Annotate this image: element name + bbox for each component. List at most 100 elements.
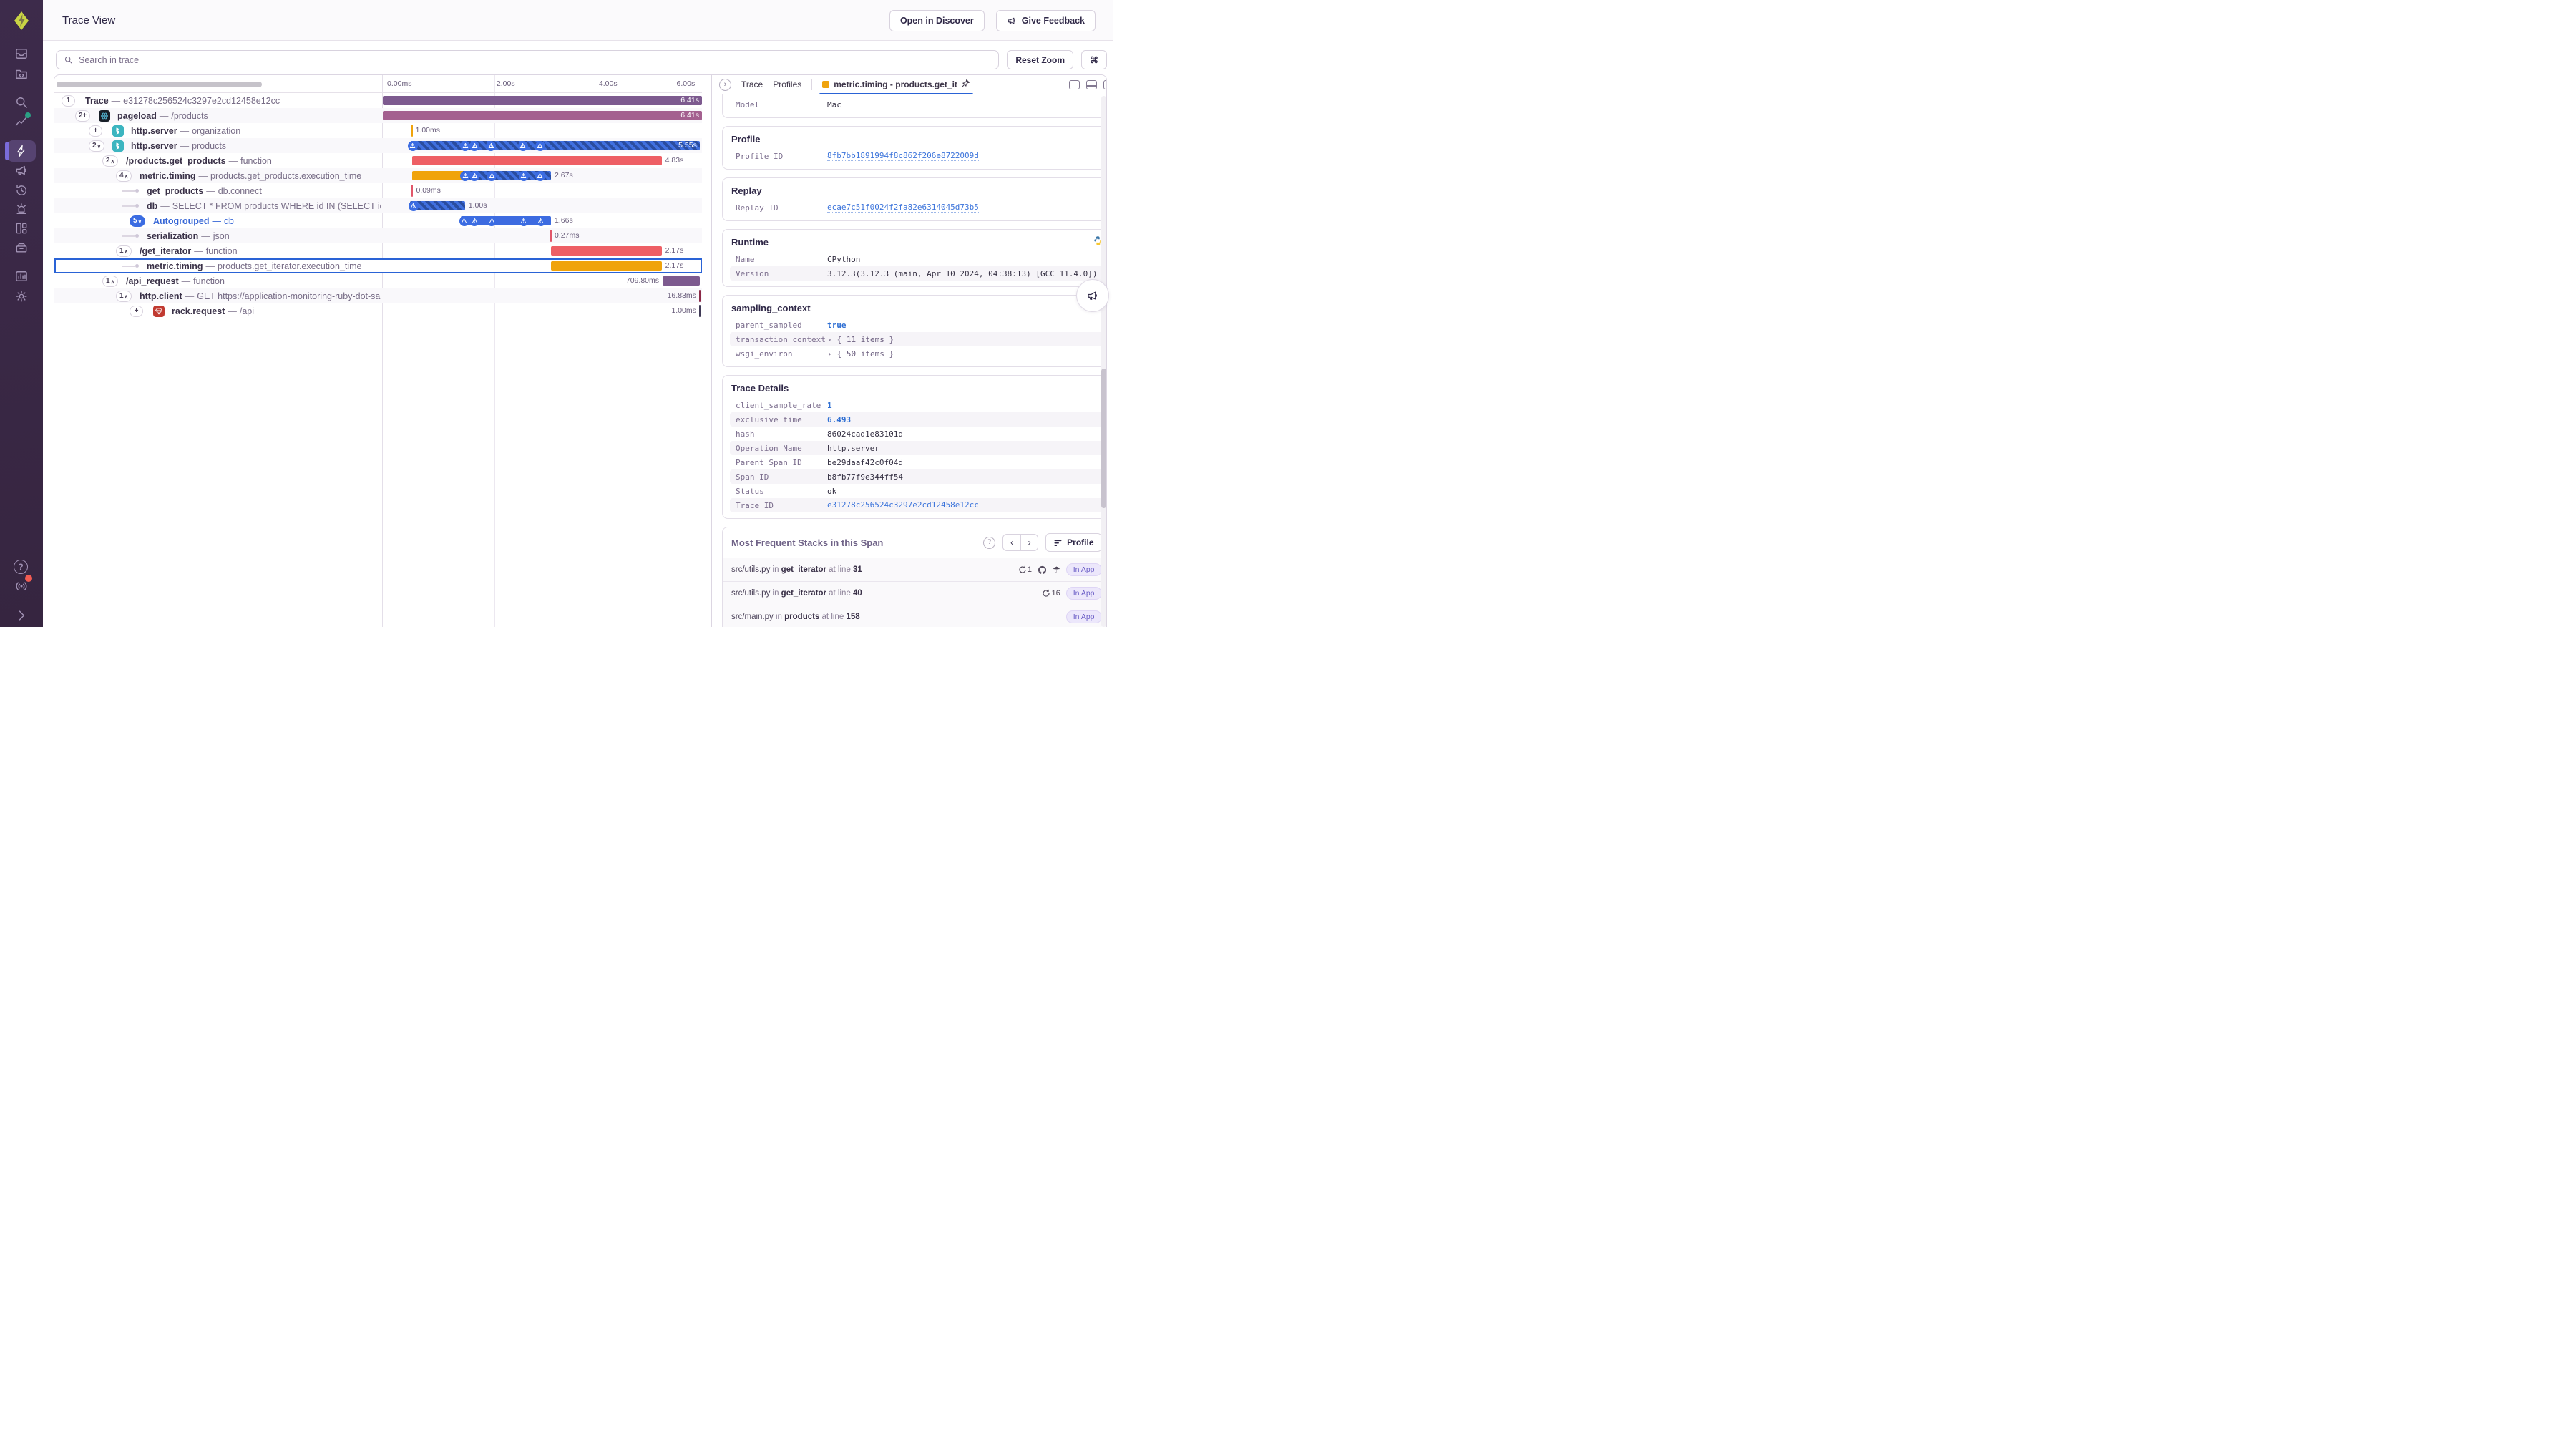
shortcut-cmd-button[interactable]: ⌘: [1081, 50, 1107, 69]
explore-icon[interactable]: [14, 94, 29, 110]
error-warning-icon[interactable]: [460, 170, 471, 181]
span-duration-tick[interactable]: [550, 230, 552, 242]
stack-frame-row[interactable]: src/main.py in products at line 158 In Ap…: [723, 605, 1106, 627]
error-warning-icon[interactable]: [469, 140, 480, 151]
tab-profiles[interactable]: Profiles: [773, 79, 801, 89]
replays-icon[interactable]: [14, 183, 29, 198]
span-row[interactable]: 4 ∧ metric.timing — products.get_products.ex…: [54, 168, 702, 183]
span-children-badge[interactable]: 2 ∨: [89, 140, 105, 152]
tab-trace[interactable]: Trace: [741, 79, 763, 89]
error-warning-icon[interactable]: [518, 170, 529, 181]
stack-frame-row[interactable]: src/utils.py in get_iterator at line 40 1…: [723, 581, 1106, 605]
span-row[interactable]: 1 Trace — e31278c256524c3297e2cd12458e12cc 6…: [54, 93, 702, 108]
error-warning-icon[interactable]: [518, 215, 529, 226]
span-bar[interactable]: 6.41s: [382, 111, 702, 120]
span-children-badge[interactable]: +: [130, 305, 143, 317]
detail-value[interactable]: ›{ 11 items }: [827, 335, 894, 344]
span-row[interactable]: 5 ∨ Autogrouped — db 1.66s: [54, 213, 702, 228]
layout-bottom-panel-icon[interactable]: [1085, 79, 1097, 89]
reset-zoom-button[interactable]: Reset Zoom: [1007, 50, 1073, 69]
sentry-logo-icon[interactable]: [11, 11, 31, 31]
layout-left-panel-icon[interactable]: [1068, 79, 1080, 89]
error-warning-icon[interactable]: [487, 170, 497, 181]
detail-value[interactable]: e31278c256524c3297e2cd12458e12cc: [827, 500, 979, 510]
span-children-badge[interactable]: 2 ∧: [102, 155, 119, 167]
releases-icon[interactable]: [14, 240, 29, 256]
span-row[interactable]: serialization — json 0.27ms: [54, 228, 702, 243]
span-row[interactable]: + rack.request —/api 1.00ms: [54, 303, 702, 318]
layout-right-panel-icon[interactable]: [1103, 79, 1106, 89]
stack-frame-row[interactable]: src/utils.py in get_iterator at line 31 1…: [723, 558, 1106, 581]
span-row[interactable]: db — SELECT * FROM products WHERE id IN (S…: [54, 198, 702, 213]
span-children-badge[interactable]: 5 ∨: [130, 215, 146, 227]
expand-icon[interactable]: [14, 608, 29, 623]
tab-span-details[interactable]: metric.timing - products.get_iterat…: [819, 75, 974, 95]
error-warning-icon[interactable]: [535, 215, 546, 226]
span-duration-tick[interactable]: [411, 125, 413, 137]
span-children-badge[interactable]: 1: [62, 94, 75, 107]
error-warning-icon[interactable]: [535, 140, 545, 151]
span-children-badge[interactable]: 2+: [75, 110, 91, 122]
metrics-icon[interactable]: [14, 112, 31, 130]
search-input[interactable]: [79, 54, 992, 65]
stats-icon[interactable]: [14, 268, 29, 284]
collapse-drawer-icon[interactable]: ›: [719, 78, 731, 91]
github-icon[interactable]: [1038, 565, 1047, 575]
span-bar[interactable]: 5.55s: [411, 141, 700, 150]
error-warning-icon[interactable]: [487, 215, 497, 226]
span-bar[interactable]: [551, 261, 662, 271]
help-icon[interactable]: ?: [14, 560, 28, 574]
span-row[interactable]: + http.server — organization 1.00ms: [54, 123, 702, 138]
span-bar[interactable]: [551, 246, 662, 256]
in-app-badge[interactable]: In App: [1065, 563, 1102, 576]
span-children-badge[interactable]: 1 ∧: [116, 290, 132, 302]
vertical-scrollbar-track[interactable]: [1101, 96, 1106, 627]
in-app-badge[interactable]: In App: [1065, 587, 1102, 600]
prev-stack-button[interactable]: ‹: [1002, 534, 1021, 551]
span-row[interactable]: 2 ∨ http.server — products 5.55s: [54, 138, 702, 153]
profile-button[interactable]: Profile: [1045, 533, 1102, 552]
span-bar[interactable]: [663, 276, 700, 286]
span-row[interactable]: 1 ∧ /get_iterator — function 2.17s: [54, 243, 702, 258]
help-icon[interactable]: ?: [983, 536, 996, 549]
detail-value[interactable]: ›{ 50 items }: [827, 349, 894, 359]
feedback-icon[interactable]: [14, 162, 29, 178]
span-children-badge[interactable]: 1 ∧: [116, 245, 132, 257]
span-bar-segment[interactable]: [412, 171, 464, 180]
projects-icon[interactable]: [14, 66, 29, 82]
error-warning-icon[interactable]: [469, 215, 480, 226]
vertical-scrollbar-thumb[interactable]: [1101, 369, 1106, 508]
error-warning-icon[interactable]: [535, 170, 545, 181]
pin-icon[interactable]: [961, 79, 970, 90]
detail-value[interactable]: ecae7c51f0024f2fa82e6314045d73b5: [827, 203, 979, 213]
dashboards-icon[interactable]: [14, 220, 29, 236]
error-warning-icon[interactable]: [517, 140, 528, 151]
span-duration-tick[interactable]: [698, 305, 701, 317]
error-warning-icon[interactable]: [486, 140, 497, 151]
error-warning-icon[interactable]: [469, 170, 480, 181]
span-bar[interactable]: 6.41s: [382, 96, 702, 105]
span-children-badge[interactable]: 4 ∧: [116, 170, 132, 182]
issues-icon[interactable]: [14, 46, 29, 62]
next-stack-button[interactable]: ›: [1020, 534, 1039, 551]
span-row[interactable]: get_products — db.connect 0.09ms: [54, 183, 702, 198]
error-warning-icon[interactable]: [407, 140, 418, 151]
span-row[interactable]: 2+ pageload —/products 6.41s: [54, 108, 702, 123]
span-row[interactable]: 2 ∧ /products.get_products — function 4.83s: [54, 153, 702, 168]
broadcast-icon[interactable]: [14, 575, 32, 594]
feedback-floating-button[interactable]: [1076, 279, 1109, 312]
span-row[interactable]: 1 ∧ /api_request — function 709.80ms: [54, 273, 702, 288]
span-row-selected[interactable]: metric.timing — products.get_iterator.exec…: [54, 258, 702, 273]
span-children-badge[interactable]: +: [89, 125, 102, 137]
umbrella-icon[interactable]: ☂: [1053, 565, 1060, 574]
span-bar[interactable]: [412, 156, 662, 165]
settings-icon[interactable]: [14, 288, 29, 304]
performance-icon[interactable]: [5, 140, 36, 162]
give-feedback-button[interactable]: Give Feedback: [995, 10, 1096, 31]
open-in-discover-button[interactable]: Open in Discover: [889, 10, 985, 31]
alerts-icon[interactable]: [14, 201, 29, 217]
horizontal-scrollbar[interactable]: [57, 82, 262, 87]
search-box[interactable]: [56, 50, 1000, 69]
error-warning-icon[interactable]: [460, 140, 471, 151]
error-warning-icon[interactable]: [459, 215, 469, 226]
